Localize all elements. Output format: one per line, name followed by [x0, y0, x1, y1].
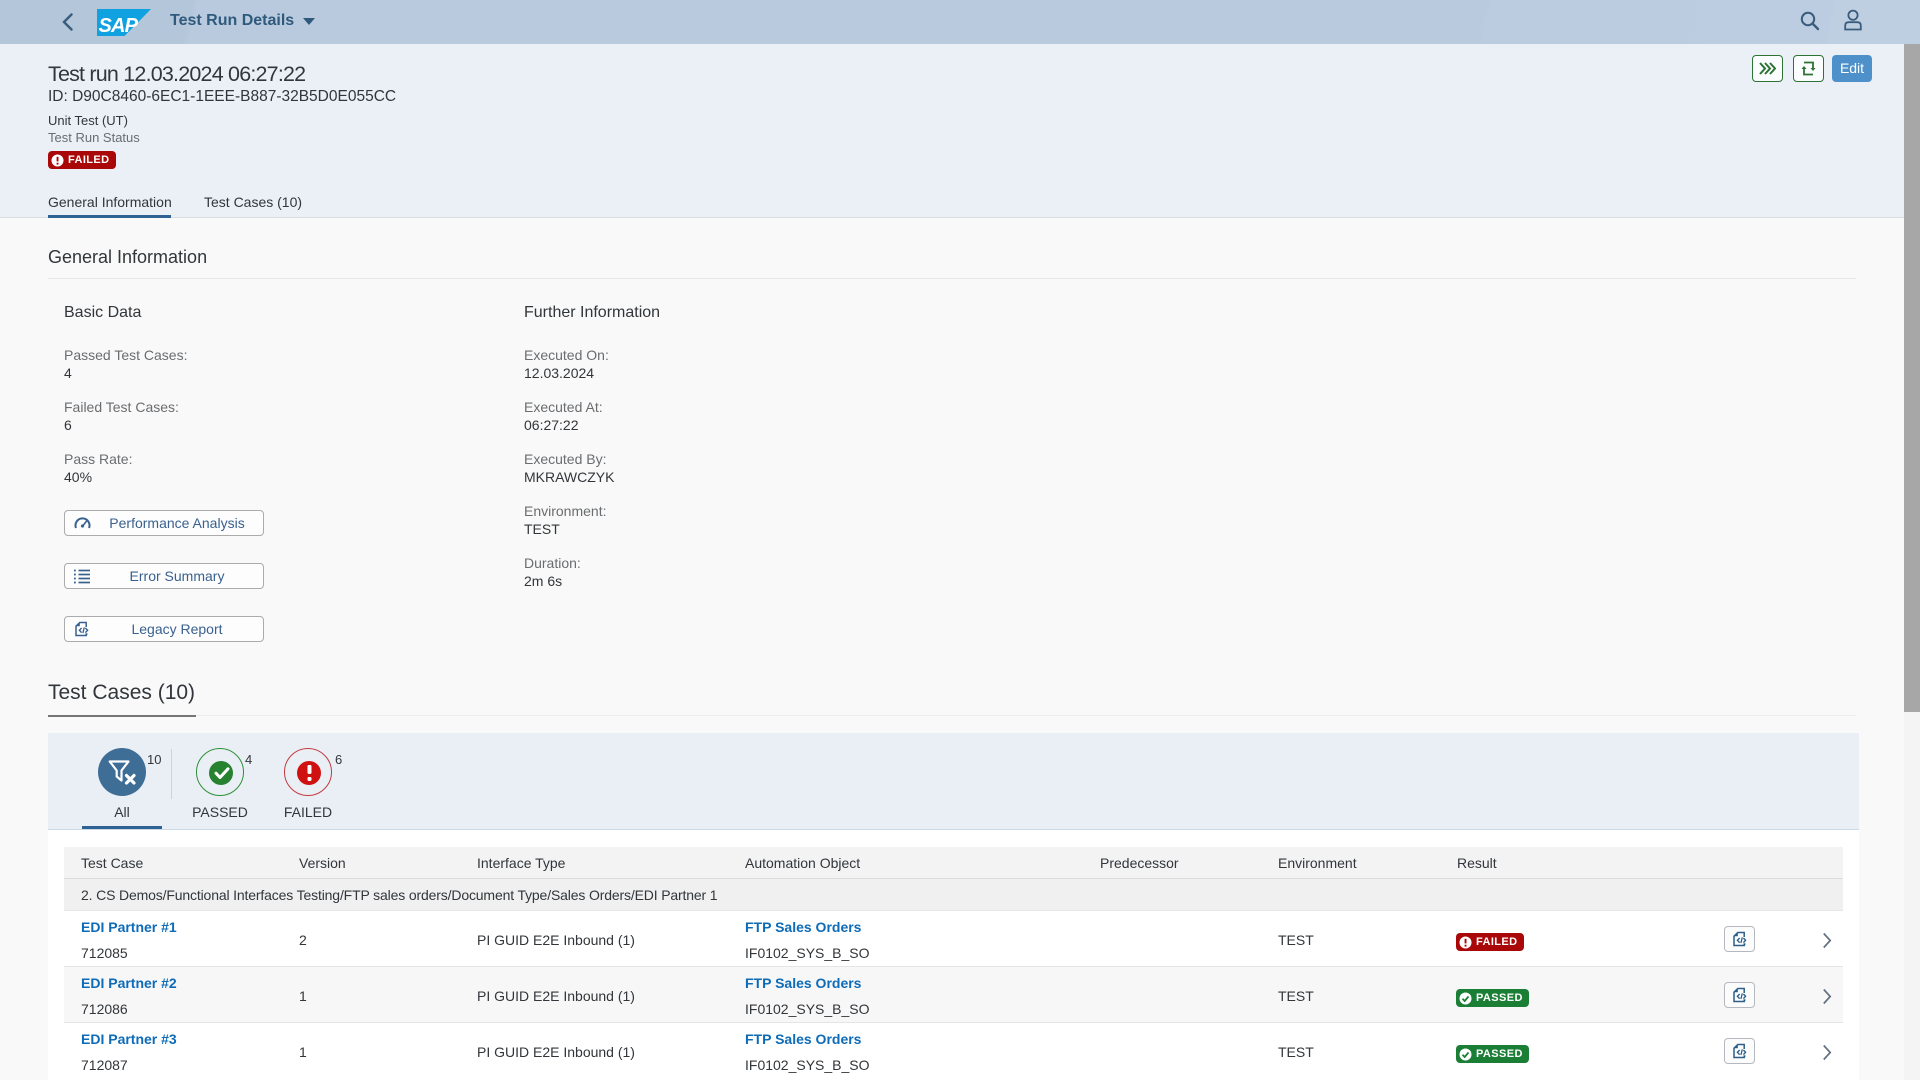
svg-text:SAP: SAP	[99, 15, 139, 36]
